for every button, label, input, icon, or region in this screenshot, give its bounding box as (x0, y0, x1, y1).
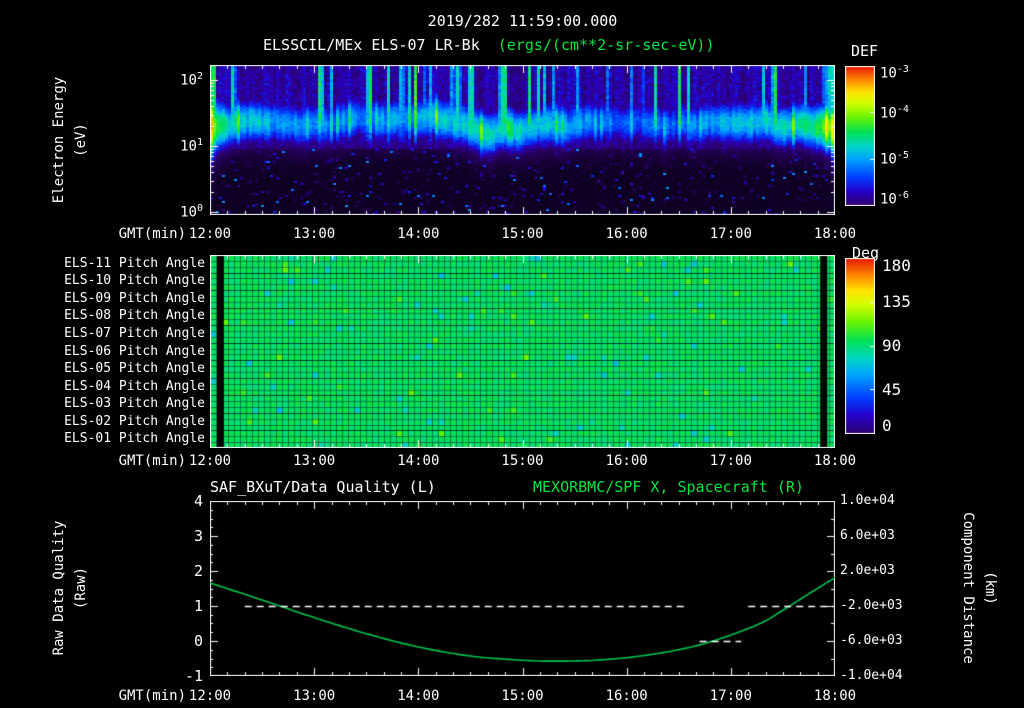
page-title-instrument: ELSSCIL/MEx ELS-07 LR-Bk (ergs/(cm**2-sr-… (263, 36, 715, 54)
line-left-tick-label: 0 (193, 632, 203, 650)
def-colorbar-tick-label: 10-5 (880, 150, 909, 168)
line-right-axis-label: Component Distance (960, 512, 976, 664)
x-axis-title: GMT(min) (118, 688, 186, 704)
x-tick-label: 13:00 (293, 453, 336, 469)
x-axis-title: GMT(min) (118, 453, 186, 469)
line-panel-title-right: MEXORBMC/SPF X, Spacecraft (R) (533, 478, 804, 496)
x-tick-label: 12:00 (188, 688, 232, 704)
deg-colorbar-tick-label: 45 (882, 380, 902, 399)
electron-energy-spectrogram-canvas (210, 65, 835, 215)
x-tick-label: 18:00 (813, 226, 857, 242)
pitch-row-label: ELS-08 Pitch Angle (64, 308, 205, 323)
spec-y-axis-label: Electron Energy (51, 76, 67, 204)
spec-y-tick-label: 100 (180, 203, 203, 221)
line-right-tick-label: -2.0e+03 (840, 598, 903, 613)
line-right-tick-label: -6.0e+03 (840, 633, 903, 648)
x-tick-label: 15:00 (501, 453, 544, 469)
x-tick-label: 14:00 (397, 688, 440, 704)
def-colorbar-tick-label: 10-6 (880, 190, 909, 208)
deg-colorbar-tick-label: 135 (882, 292, 911, 311)
line-right-tick-label: 2.0e+03 (840, 563, 895, 578)
x-tick-label: 16:00 (605, 688, 648, 704)
x-tick-label: 17:00 (709, 453, 752, 469)
line-left-axis-label: Raw Data Quality (51, 520, 67, 656)
x-axis-title: GMT(min) (118, 226, 186, 242)
x-tick-label: 18:00 (813, 688, 857, 704)
pitch-row-label: ELS-09 Pitch Angle (64, 291, 205, 306)
x-axis-row: GMT(min) 12:00 13:00 14:00 15:00 16:00 17:00 18… (0, 453, 1024, 471)
def-colorbar-tick-label: 10-3 (880, 64, 909, 82)
x-tick-label: 17:00 (709, 226, 752, 242)
x-tick-label: 16:00 (605, 226, 648, 242)
pitch-row-label: ELS-06 Pitch Angle (64, 344, 205, 359)
x-axis-row: GMT(min) 12:00 13:00 14:00 15:00 16:00 17:00 18… (0, 688, 1024, 706)
pitch-row-label: ELS-11 Pitch Angle (64, 256, 205, 271)
deg-colorbar-tick-label: 180 (882, 256, 911, 275)
quality-distance-canvas (210, 501, 835, 676)
spec-y-axis-units: (eV) (73, 123, 89, 157)
flux-units-label: (ergs/(cm**2-sr-sec-eV)) (497, 36, 715, 54)
line-panel-title-left: SAF_BXuT/Data Quality (L) (210, 478, 436, 496)
pitch-angle-canvas (210, 255, 835, 448)
def-colorbar-canvas (845, 66, 875, 206)
line-left-tick-label: -1 (184, 667, 203, 685)
x-tick-label: 15:00 (501, 688, 544, 704)
line-left-tick-label: 2 (193, 562, 203, 580)
line-right-tick-label: 1.0e+04 (840, 493, 895, 508)
def-colorbar-title: DEF (851, 42, 879, 60)
x-tick-label: 15:00 (501, 226, 544, 242)
pitch-row-label: ELS-04 Pitch Angle (64, 379, 205, 394)
pitch-row-label: ELS-07 Pitch Angle (64, 326, 205, 341)
spec-y-tick-label: 102 (180, 71, 203, 89)
x-tick-label: 14:00 (397, 453, 440, 469)
line-left-tick-label: 1 (193, 597, 203, 615)
line-left-tick-label: 4 (193, 492, 203, 510)
instrument-name: ELSSCIL/MEx ELS-07 LR-Bk (263, 36, 480, 54)
x-tick-label: 13:00 (293, 688, 336, 704)
pitch-row-label: ELS-01 Pitch Angle (64, 431, 205, 446)
deg-colorbar-tick-label: 0 (882, 416, 892, 435)
pitch-row-label: ELS-03 Pitch Angle (64, 396, 205, 411)
deg-colorbar-tick-label: 90 (882, 336, 902, 355)
x-tick-label: 12:00 (188, 453, 232, 469)
line-left-tick-label: 3 (193, 527, 203, 545)
sddas-plot-display: 2019/282 11:59:00.000 ELSSCIL/MEx ELS-07… (0, 0, 1024, 708)
x-tick-label: 17:00 (709, 688, 752, 704)
pitch-row-label: ELS-05 Pitch Angle (64, 361, 205, 376)
deg-colorbar-canvas (845, 258, 875, 434)
x-tick-label: 12:00 (188, 226, 232, 242)
x-tick-label: 16:00 (605, 453, 648, 469)
line-left-axis-units: (Raw) (73, 566, 89, 610)
pitch-row-label: ELS-10 Pitch Angle (64, 273, 205, 288)
x-axis-row: GMT(min) 12:00 13:00 14:00 15:00 16:00 17:00 18… (0, 226, 1024, 244)
page-title-timestamp: 2019/282 11:59:00.000 (427, 12, 618, 30)
def-colorbar-tick-label: 10-4 (880, 104, 909, 122)
line-right-axis-units: (km) (982, 571, 998, 605)
x-tick-label: 13:00 (293, 226, 336, 242)
x-tick-label: 14:00 (397, 226, 440, 242)
spec-y-tick-label: 101 (180, 137, 203, 155)
line-right-tick-label: -1.0e+04 (840, 668, 903, 683)
pitch-row-label: ELS-02 Pitch Angle (64, 414, 205, 429)
x-tick-label: 18:00 (813, 453, 857, 469)
line-right-tick-label: 6.0e+03 (840, 528, 895, 543)
